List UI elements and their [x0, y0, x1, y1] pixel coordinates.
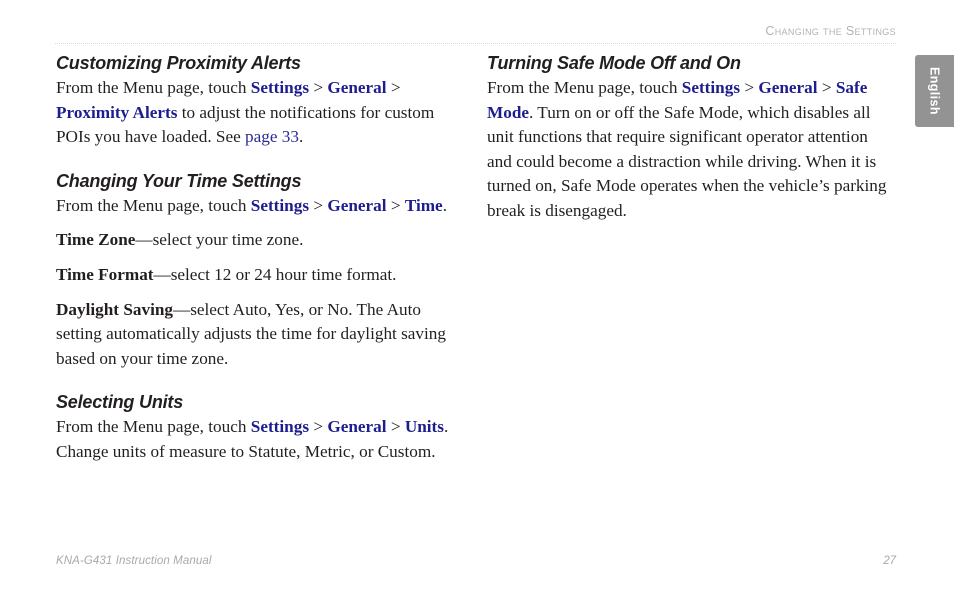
body-paragraph: From the Menu page, touch Settings > Gen…: [487, 76, 895, 224]
language-tab[interactable]: English: [915, 55, 954, 127]
inline-link[interactable]: Settings: [251, 78, 309, 97]
body-paragraph: Time Zone—select your time zone.: [56, 228, 468, 253]
inline-separator: >: [309, 78, 328, 97]
inline-term: Daylight Saving: [56, 299, 173, 319]
inline-page-reference-link[interactable]: page 33: [245, 127, 299, 146]
inline-link[interactable]: General: [327, 78, 386, 97]
inline-link[interactable]: General: [758, 78, 817, 97]
inline-text: .: [298, 127, 304, 147]
inline-separator: >: [309, 195, 328, 215]
body-paragraph: From the Menu page, touch Settings > Gen…: [56, 194, 468, 219]
inline-text: . Turn on or off the Safe Mode, which di…: [487, 102, 887, 220]
inline-link[interactable]: Time: [405, 196, 443, 215]
inline-text: From the Menu page, touch: [56, 417, 251, 437]
inline-link[interactable]: Settings: [251, 417, 309, 436]
inline-link[interactable]: Settings: [251, 196, 309, 215]
inline-link[interactable]: General: [327, 196, 386, 215]
inline-text: —select 12 or 24 hour time format.: [153, 264, 397, 284]
section-heading: Changing Your Time Settings: [56, 170, 302, 191]
inline-term: Time Format: [56, 264, 154, 284]
inline-separator: >: [817, 78, 836, 97]
body-paragraph: Time Format—select 12 or 24 hour time fo…: [56, 263, 468, 288]
footer-page-number: 27: [883, 555, 896, 567]
header-divider-rule: [55, 43, 896, 45]
body-paragraph: From the Menu page, touch Settings > Gen…: [56, 415, 468, 464]
inline-link[interactable]: Settings: [682, 78, 740, 97]
language-tab-label: English: [927, 67, 942, 115]
inline-separator: >: [740, 78, 759, 97]
body-paragraph: From the Menu page, touch Settings > Gen…: [56, 76, 468, 150]
inline-link[interactable]: Proximity Alerts: [56, 103, 177, 122]
running-header-title: Changing the Settings: [765, 24, 896, 38]
inline-text: —select your time zone.: [135, 230, 304, 250]
inline-text: From the Menu page, touch: [56, 195, 251, 215]
content-section: Turning Safe Mode Off and On From the Men…: [487, 52, 895, 224]
page-header: Changing the Settings: [55, 24, 896, 44]
content-section: Selecting Units From the Menu page, touch…: [56, 391, 468, 464]
inline-text: From the Menu page, touch: [487, 78, 682, 97]
inline-separator: >: [309, 417, 328, 437]
inline-separator: >: [386, 417, 405, 437]
inline-term: Time Zone: [56, 230, 136, 250]
inline-text: From the Menu page, touch: [56, 78, 251, 97]
section-heading: Turning Safe Mode Off and On: [487, 53, 741, 73]
footer-document-title: KNA-G431 Instruction Manual: [56, 555, 212, 567]
body-paragraph: Daylight Saving—select Auto, Yes, or No.…: [56, 298, 468, 372]
manual-page: { "header": { "running_title": "Changing…: [0, 0, 954, 608]
content-section: Changing Your Time Settings From the Menu…: [56, 170, 468, 372]
section-heading: Customizing Proximity Alerts: [56, 53, 301, 73]
inline-link[interactable]: General: [327, 417, 386, 436]
left-column: Customizing Proximity Alerts From the Men…: [56, 52, 468, 465]
page-footer: KNA-G431 Instruction Manual 27: [56, 555, 896, 573]
right-column: Turning Safe Mode Off and On From the Men…: [487, 52, 895, 224]
content-section: Customizing Proximity Alerts From the Men…: [56, 52, 468, 150]
inline-separator: >: [386, 78, 401, 97]
inline-link[interactable]: Units: [405, 417, 444, 436]
inline-text: .: [442, 195, 447, 215]
section-heading: Selecting Units: [56, 392, 184, 413]
inline-separator: >: [386, 195, 405, 215]
